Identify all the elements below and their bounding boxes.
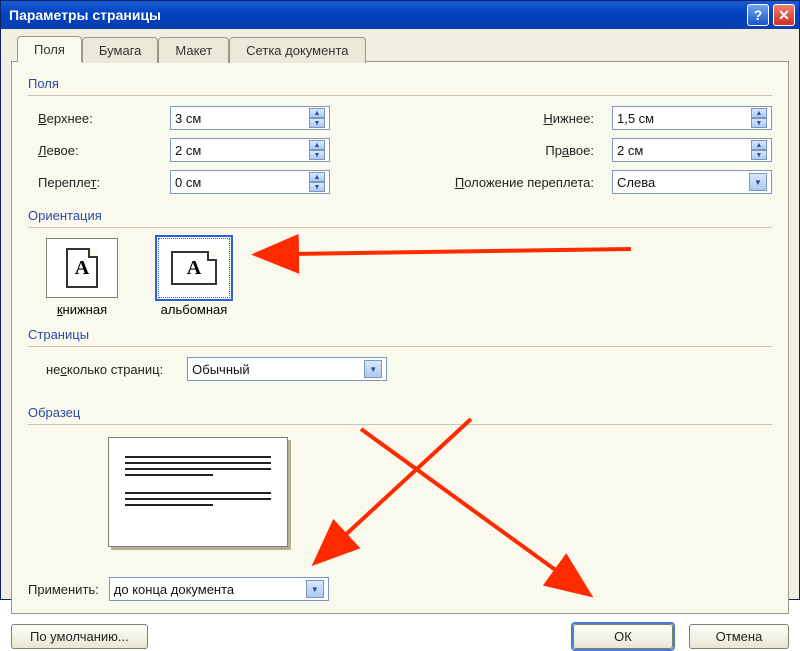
group-fields-label: Поля: [28, 76, 772, 91]
margins-grid: Верхнее: 3 см ▲▼ Нижнее: 1,5 см ▲▼ Левое…: [38, 106, 772, 194]
group-orientation-label: Ориентация: [28, 208, 772, 223]
input-left-margin[interactable]: 2 см ▲▼: [170, 138, 330, 162]
label-gutter: Переплет:: [38, 175, 158, 190]
tab-paper[interactable]: Бумага: [82, 37, 158, 63]
label-top: Верхнее:: [38, 111, 158, 126]
spin-up-icon[interactable]: ▲: [751, 108, 767, 118]
label-landscape: альбомная: [158, 302, 230, 317]
spin-down-icon[interactable]: ▼: [309, 118, 325, 128]
orientation-portrait[interactable]: A книжная: [46, 238, 118, 317]
combo-gutter-position[interactable]: Слева ▼: [612, 170, 772, 194]
chevron-down-icon[interactable]: ▼: [306, 580, 324, 598]
tab-fields[interactable]: Поля: [17, 36, 82, 62]
defaults-button[interactable]: По умолчанию...: [11, 624, 148, 649]
label-multipage: несколько страниц:: [46, 362, 163, 377]
group-pages-label: Страницы: [28, 327, 772, 342]
spin-up-icon[interactable]: ▲: [309, 108, 325, 118]
tab-layout[interactable]: Макет: [158, 37, 229, 63]
tab-strip: Поля Бумага Макет Сетка документа: [17, 35, 789, 61]
client-area: Поля Бумага Макет Сетка документа Поля В…: [1, 29, 799, 599]
combo-apply-to[interactable]: до конца документа ▼: [109, 577, 329, 601]
chevron-down-icon[interactable]: ▼: [749, 173, 767, 191]
combo-multiple-pages[interactable]: Обычный ▼: [187, 357, 387, 381]
orientation-landscape[interactable]: A альбомная: [158, 238, 230, 317]
help-button[interactable]: ?: [747, 4, 769, 26]
tab-grid[interactable]: Сетка документа: [229, 37, 365, 63]
page-setup-dialog: Параметры страницы ? ✕ Поля Бумага Макет…: [0, 0, 800, 600]
window-title: Параметры страницы: [9, 7, 747, 23]
tab-panel-fields: Поля Верхнее: 3 см ▲▼ Нижнее: 1,5 см ▲▼ …: [11, 61, 789, 614]
label-left: Левое:: [38, 143, 158, 158]
cancel-button[interactable]: Отмена: [689, 624, 789, 649]
spin-up-icon[interactable]: ▲: [751, 140, 767, 150]
spin-down-icon[interactable]: ▼: [751, 118, 767, 128]
group-preview-label: Образец: [28, 405, 772, 420]
landscape-icon: A: [171, 251, 217, 285]
label-apply: Применить:: [28, 582, 99, 597]
dialog-buttons: По умолчанию... ОК Отмена: [11, 622, 789, 651]
spin-down-icon[interactable]: ▼: [751, 150, 767, 160]
titlebar[interactable]: Параметры страницы ? ✕: [1, 1, 799, 29]
input-gutter[interactable]: 0 см ▲▼: [170, 170, 330, 194]
label-bottom: Нижнее:: [342, 111, 600, 126]
input-top-margin[interactable]: 3 см ▲▼: [170, 106, 330, 130]
input-right-margin[interactable]: 2 см ▲▼: [612, 138, 772, 162]
spin-down-icon[interactable]: ▼: [309, 182, 325, 192]
chevron-down-icon[interactable]: ▼: [364, 360, 382, 378]
portrait-icon: A: [66, 248, 98, 288]
ok-button[interactable]: ОК: [573, 624, 673, 649]
input-bottom-margin[interactable]: 1,5 см ▲▼: [612, 106, 772, 130]
label-right: Правое:: [342, 143, 600, 158]
label-gutter-pos: Положение переплета:: [342, 175, 600, 190]
spin-down-icon[interactable]: ▼: [309, 150, 325, 160]
spin-up-icon[interactable]: ▲: [309, 140, 325, 150]
label-portrait: книжная: [46, 302, 118, 317]
spin-up-icon[interactable]: ▲: [309, 172, 325, 182]
close-button[interactable]: ✕: [773, 4, 795, 26]
preview-page: [108, 437, 288, 547]
